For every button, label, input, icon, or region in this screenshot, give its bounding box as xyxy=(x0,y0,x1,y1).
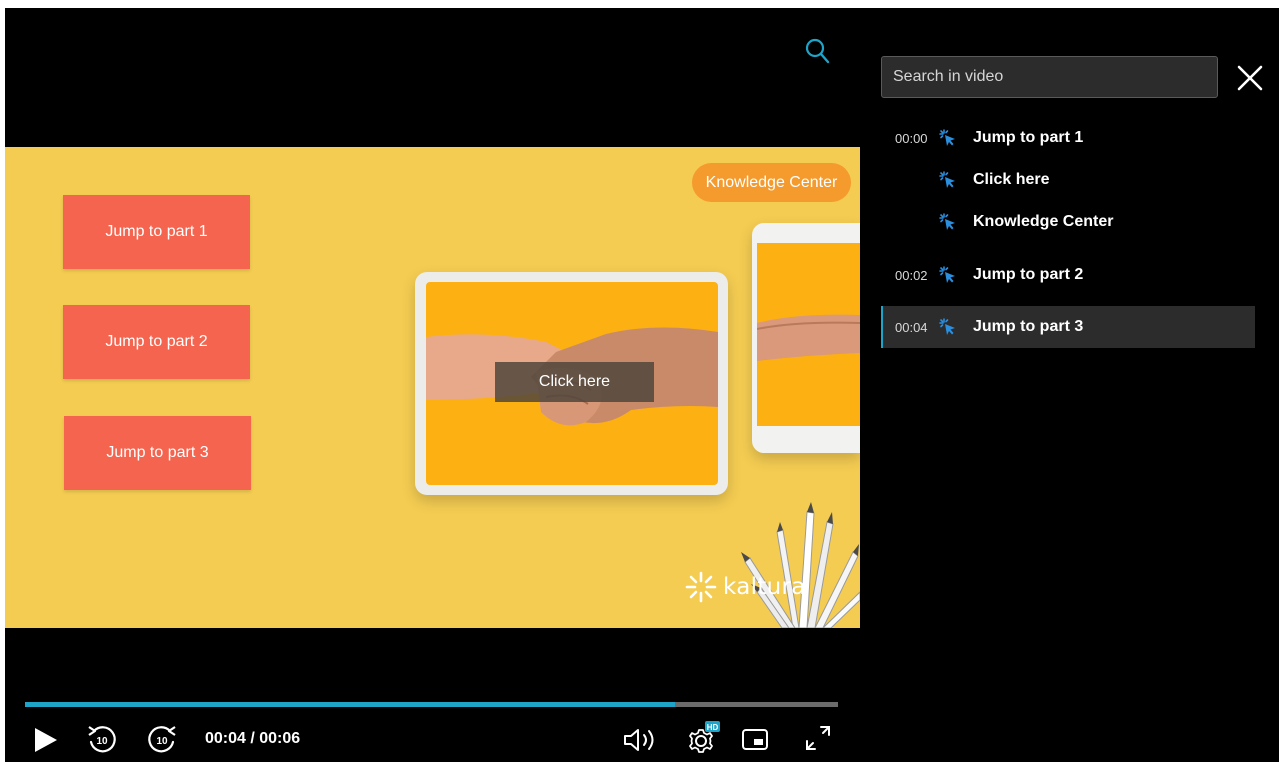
close-panel-button[interactable] xyxy=(1235,63,1265,93)
hotspot-icon xyxy=(939,129,955,146)
cue-item-jump-to-part-3[interactable]: 00:04 Jump to part 3 xyxy=(881,306,1255,348)
kaltura-logo-text: kaltura xyxy=(723,574,806,600)
svg-text:10: 10 xyxy=(96,736,108,747)
rewind-10-icon: 10 xyxy=(88,726,116,753)
cue-item-click-here[interactable]: Click here xyxy=(881,159,1255,201)
fullscreen-icon xyxy=(806,726,830,750)
cue-label: Knowledge Center xyxy=(973,213,1114,230)
pencils-illustration xyxy=(727,492,860,628)
time-display: 00:04 / 00:06 xyxy=(205,730,301,747)
hotspot-icon xyxy=(939,266,955,283)
phone-screen xyxy=(757,243,860,426)
kaltura-logo-icon xyxy=(685,571,717,603)
settings-button[interactable]: HD xyxy=(685,720,721,756)
play-icon xyxy=(35,728,57,752)
cue-item-jump-to-part-2[interactable]: 00:02 Jump to part 2 xyxy=(881,254,1255,296)
cue-time: 00:04 xyxy=(895,319,928,335)
svg-text:10: 10 xyxy=(156,736,168,747)
phone-illustration xyxy=(752,223,860,453)
fullscreen-button[interactable] xyxy=(801,721,835,755)
jump-to-part-3-button[interactable]: Jump to part 3 xyxy=(64,416,251,490)
cue-item-jump-to-part-1[interactable]: 00:00 Jump to part 1 xyxy=(881,117,1255,159)
forward-10-icon: 10 xyxy=(148,726,176,753)
cue-label: Click here xyxy=(973,171,1050,188)
click-here-button[interactable]: Click here xyxy=(495,362,654,402)
volume-button[interactable] xyxy=(621,725,661,755)
cue-label: Jump to part 2 xyxy=(973,266,1084,283)
cue-item-knowledge-center[interactable]: Knowledge Center xyxy=(881,201,1255,243)
play-button[interactable] xyxy=(29,724,61,756)
hotspot-icon xyxy=(939,171,955,188)
cue-time: 00:00 xyxy=(895,130,928,146)
video-player: Jump to part 1 Jump to part 2 Jump to pa… xyxy=(5,8,1279,762)
volume-icon xyxy=(624,729,654,751)
jump-to-part-2-button[interactable]: Jump to part 2 xyxy=(63,305,250,379)
search-in-video-input[interactable] xyxy=(881,56,1218,98)
progress-fill xyxy=(25,702,676,707)
close-icon xyxy=(1237,65,1263,91)
video-frame[interactable]: Jump to part 1 Jump to part 2 Jump to pa… xyxy=(5,147,860,628)
progress-bar[interactable] xyxy=(25,702,838,707)
picture-in-picture-button[interactable] xyxy=(741,727,769,753)
search-icon[interactable] xyxy=(805,38,831,66)
knowledge-center-button[interactable]: Knowledge Center xyxy=(692,163,851,202)
cue-label: Jump to part 3 xyxy=(973,318,1084,335)
cue-time: 00:02 xyxy=(895,267,928,283)
settings-icon: HD xyxy=(689,721,720,753)
rewind-10-button[interactable]: 10 xyxy=(85,722,119,756)
hotspot-icon xyxy=(939,213,955,230)
forward-10-button[interactable]: 10 xyxy=(145,722,179,756)
kaltura-logo: kaltura xyxy=(685,571,806,603)
hd-badge: HD xyxy=(707,723,719,732)
hotspot-icon xyxy=(939,318,955,335)
cue-label: Jump to part 1 xyxy=(973,129,1084,146)
jump-to-part-1-button[interactable]: Jump to part 1 xyxy=(63,195,250,269)
pip-icon xyxy=(742,729,768,750)
